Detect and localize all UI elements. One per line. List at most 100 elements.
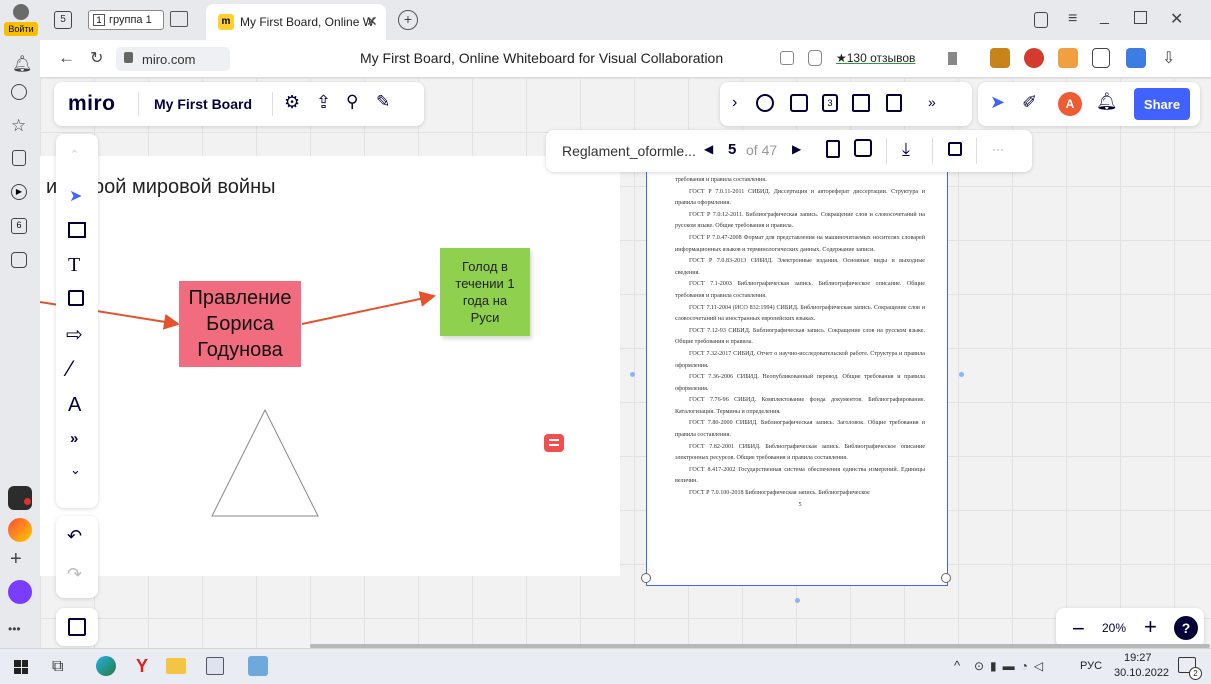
ext-2-icon[interactable] <box>1024 48 1044 68</box>
notepad-icon[interactable] <box>206 657 224 675</box>
notifications-bell-icon[interactable]: 🔔︎ <box>12 54 32 74</box>
sticky-tool-icon[interactable] <box>68 290 84 306</box>
miro-canvas[interactable]: и второй мировой войны Правление Бориса … <box>40 78 1211 648</box>
scroll-up-icon[interactable]: ⌃ <box>70 148 79 161</box>
magic-icon[interactable]: ✎ <box>376 92 390 112</box>
side-handle-dot[interactable] <box>630 372 635 377</box>
tab-close-icon[interactable]: ✕ <box>366 13 378 30</box>
new-tab-button[interactable]: + <box>398 10 418 30</box>
ext-1-icon[interactable] <box>990 48 1010 68</box>
tray-icons[interactable]: ⊙▮▬◔◁ <box>974 659 1049 673</box>
cursor-follow-icon[interactable]: ✐ <box>1022 92 1037 113</box>
pen-tool-icon[interactable]: A <box>68 394 81 417</box>
downloads-icon[interactable]: ⇩ <box>1162 48 1175 68</box>
more-chevron-icon[interactable]: » <box>928 94 936 110</box>
more-apps-icon[interactable]: ••• <box>8 622 21 636</box>
ext-5-icon[interactable] <box>1126 48 1146 68</box>
unlock-icon[interactable] <box>948 142 962 156</box>
notes-icon[interactable] <box>12 150 26 166</box>
close-window-icon[interactable]: ✕ <box>1170 9 1183 29</box>
side-handle-dot[interactable] <box>959 372 964 377</box>
redo-icon[interactable]: ↷ <box>67 564 82 585</box>
download-icon[interactable]: ⤓ <box>902 139 910 160</box>
reactions-icon[interactable]: ➤ <box>990 92 1005 113</box>
reviews-link[interactable]: ★130 отзывов <box>836 51 915 65</box>
collections-icon[interactable] <box>1034 12 1048 28</box>
url-field[interactable]: miro.com <box>116 47 230 71</box>
back-arrow-icon[interactable]: ← <box>58 48 75 68</box>
translate-icon[interactable] <box>780 51 794 65</box>
app-icon-1[interactable] <box>8 486 32 510</box>
side-handle-dot[interactable] <box>795 598 800 603</box>
undo-icon[interactable]: ↶ <box>67 526 82 547</box>
timer-icon[interactable] <box>756 94 774 112</box>
tab-group[interactable]: 1 группа 1 <box>88 10 164 30</box>
clock-time[interactable]: 19:27 <box>1124 652 1152 664</box>
tray-chevron-icon[interactable]: ^ <box>954 658 960 673</box>
explorer-icon[interactable] <box>166 658 186 674</box>
menu-icon[interactable]: ≡ <box>1068 10 1077 28</box>
windows-start-icon[interactable] <box>14 660 28 674</box>
add-app-icon[interactable]: + <box>10 548 22 571</box>
more-tools-icon[interactable]: » <box>70 430 78 447</box>
copy-pages-icon[interactable] <box>854 139 872 157</box>
bell-icon[interactable]: 🔔︎ <box>1096 92 1118 112</box>
paint-icon[interactable] <box>248 656 268 676</box>
tab-count-side-icon[interactable]: 6 <box>11 218 27 234</box>
reload-icon[interactable]: ↻ <box>90 48 103 68</box>
select-tool-icon[interactable]: ➤ <box>69 186 82 206</box>
expand-chevron-icon[interactable]: › <box>732 94 737 112</box>
current-page[interactable]: 5 <box>728 141 736 158</box>
zoom-in-button[interactable]: + <box>1144 614 1157 640</box>
board-name[interactable]: My First Board <box>154 96 252 112</box>
favorites-star-icon[interactable]: ☆ <box>11 116 26 136</box>
protect-icon[interactable] <box>808 50 822 66</box>
document-page[interactable]: требования и правила составления. ГОСТ Р… <box>641 168 951 586</box>
share-button[interactable]: Share <box>1134 88 1190 120</box>
comment-icon[interactable] <box>544 434 564 452</box>
sticky-note-red[interactable]: Правление Бориса Годунова <box>179 281 301 367</box>
doc-filename[interactable]: Reglament_oformle... <box>562 143 696 159</box>
app-icon-2[interactable] <box>8 518 32 542</box>
help-button[interactable]: ? <box>1174 616 1198 640</box>
ext-4-icon[interactable] <box>1092 48 1110 68</box>
restore-icon[interactable] <box>1134 11 1147 24</box>
shape-tool-icon[interactable]: ⇨ <box>66 322 83 347</box>
tab-count-button[interactable]: 5 <box>54 11 72 29</box>
active-tab[interactable]: m My First Board, Online W ✕ <box>206 4 386 40</box>
zoom-out-button[interactable]: − <box>1072 616 1085 642</box>
prev-page-icon[interactable]: ◀ <box>704 142 713 156</box>
profile-button[interactable]: Войти <box>4 2 38 38</box>
clock-date[interactable]: 30.10.2022 <box>1114 667 1169 679</box>
settings-gear-icon[interactable]: ⚙ <box>284 92 300 113</box>
export-icon[interactable]: ⇪ <box>316 92 331 113</box>
presentation-icon[interactable] <box>852 94 870 112</box>
notes-list-icon[interactable] <box>886 94 902 112</box>
voting-icon[interactable] <box>790 94 808 112</box>
template-tool-icon[interactable] <box>68 222 86 238</box>
task-view-icon[interactable]: ⧉ <box>52 658 63 676</box>
new-group-icon[interactable] <box>170 11 188 27</box>
search-icon[interactable]: ⚲ <box>346 92 358 112</box>
resize-handle[interactable] <box>941 573 951 583</box>
collapse-tools-icon[interactable]: ⌄ <box>70 462 81 478</box>
edge-icon[interactable] <box>96 656 116 676</box>
sticky-note-green[interactable]: Голод в течении 1 года на Руси <box>440 248 530 336</box>
yandex-icon[interactable]: Y <box>136 656 148 677</box>
doc-more-icon[interactable]: ··· <box>992 142 1004 156</box>
doc-bookmark-icon[interactable] <box>826 140 840 158</box>
history-icon[interactable] <box>11 84 27 100</box>
frames-panel-button[interactable] <box>56 608 98 646</box>
ext-3-icon[interactable] <box>1058 48 1078 68</box>
board-frame[interactable]: и второй мировой войны Правление Бориса … <box>40 156 620 576</box>
miro-logo[interactable]: miro <box>68 92 116 116</box>
play-icon[interactable]: ▶ <box>11 184 27 200</box>
next-page-icon[interactable]: ▶ <box>792 142 801 156</box>
line-tool-icon[interactable]: ⁄ <box>68 356 72 382</box>
cards-icon[interactable]: 3 <box>822 94 838 112</box>
language-indicator[interactable]: РУС <box>1080 660 1102 672</box>
text-tool-icon[interactable]: T <box>68 254 80 277</box>
bookmark-icon[interactable] <box>948 52 957 65</box>
screenshot-icon[interactable] <box>11 252 27 268</box>
zoom-level[interactable]: 20% <box>1102 621 1126 635</box>
